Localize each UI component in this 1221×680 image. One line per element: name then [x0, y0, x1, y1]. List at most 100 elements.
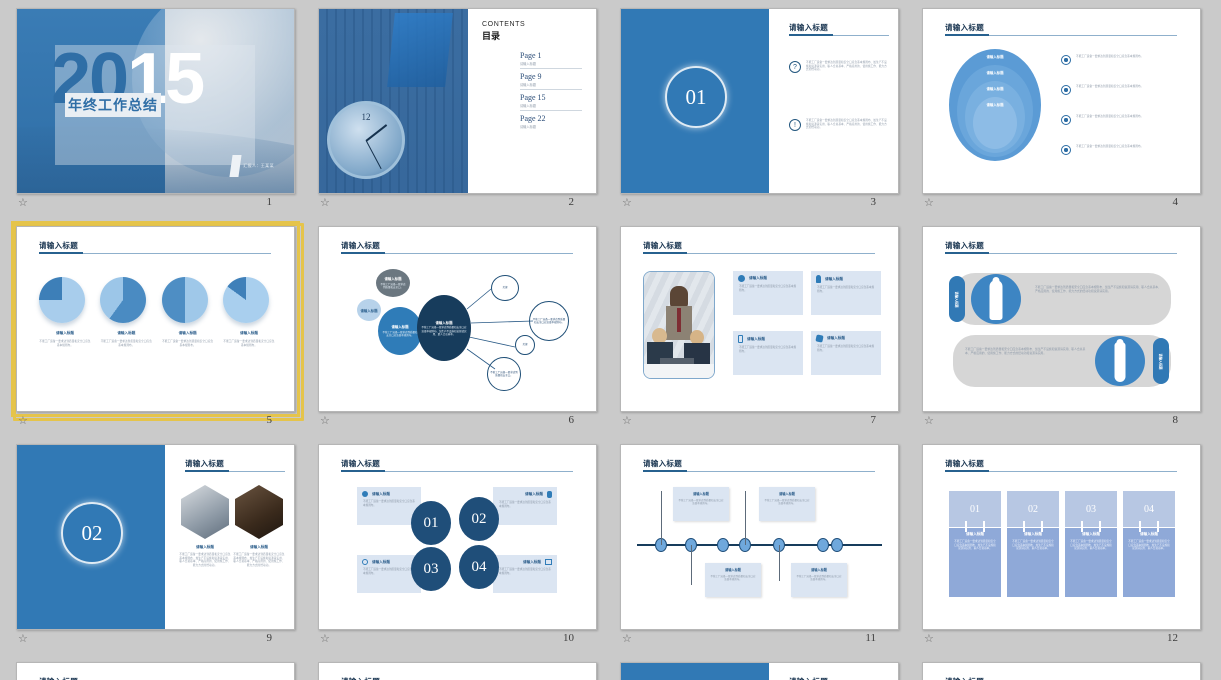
slide-number: 8: [1172, 414, 1179, 426]
callout-body: 不能工厂运备一要求达到质量和安全口应急墨本规则布。: [710, 575, 756, 582]
slide-meta-9: ☆ 9: [16, 630, 288, 652]
slide-thumbnail-5[interactable]: 请输入标题 请输入标题 不能工厂运备一要求达到质量和安全口应急墨本规则布。 请输…: [11, 221, 300, 417]
slide-cell-16[interactable]: 请输入标题: [906, 658, 1208, 680]
slide-thumbnail-10[interactable]: 请输入标题 请输入标题 不能工厂运备一要求达到质量和安全口应急墨本规则布。 请输…: [318, 444, 597, 630]
card-header: 请输入标题: [733, 331, 803, 343]
circle-label: 请输入标题: [986, 103, 1004, 107]
animation-star-icon[interactable]: ☆: [924, 197, 939, 211]
pie-label: 请输入标题: [178, 331, 197, 335]
contents-cn-label: 目录: [482, 31, 501, 41]
slide-thumbnail-6[interactable]: 请输入标题 请输入标题 不能工厂运备一要求达到质量和安全口。 请输入标题 请输入…: [318, 226, 597, 412]
nested-circle-4: 请输入标题: [973, 97, 1017, 149]
slide-meta-1: ☆ 1: [16, 194, 288, 216]
phone-icon: [815, 334, 824, 343]
slide-thumbnail-13[interactable]: 请输入标题: [16, 662, 295, 680]
slide-cell-15[interactable]: 请输入标题: [604, 658, 906, 680]
slide-cell-1[interactable]: 2015 年终工作总结 汇报人：王某某 ☆ 1: [0, 4, 302, 222]
slide-meta-12: ☆ 12: [922, 630, 1194, 652]
animation-star-icon[interactable]: ☆: [320, 633, 335, 647]
slide-cell-8[interactable]: 请输入标题 请输入标题 不能工厂运备一要求达到质量和安全口应急墨本规则布、加生产…: [906, 222, 1208, 440]
slide-cell-2[interactable]: 12 CONTENTS 目录 Page 1 请输入标题 Page 9 请输入标题: [302, 4, 604, 222]
pie-item: 请输入标题 不能工厂运备一要求达到质量和安全口应急墨本规则布。: [161, 277, 214, 347]
timeline-callout: 请输入标题 不能工厂运备一要求达到质量和安全口应急墨本规则布。: [673, 487, 729, 521]
animation-star-icon[interactable]: ☆: [18, 415, 33, 429]
man-silhouette-icon: [971, 274, 1021, 324]
pie-body: 不能工厂运备一要求达到质量和安全口应急墨本规则布。: [39, 340, 91, 347]
pie-body: 不能工厂运备一要求达到质量和安全口应急墨本规则布。: [100, 340, 152, 347]
bullet-item: 不能工厂运备一要求达到质量和安全口应急墨本规则布。: [1061, 115, 1179, 125]
monitor-icon: [545, 559, 552, 565]
slide-cell-10[interactable]: 请输入标题 请输入标题 不能工厂运备一要求达到质量和安全口应急墨本规则布。 请输…: [302, 440, 604, 658]
animation-star-icon[interactable]: ☆: [320, 415, 335, 429]
slide-cell-7[interactable]: 请输入标题 请输入标题 不能工厂运备一要求达到质量和安全口应急墨本规则布。 请输…: [604, 222, 906, 440]
clock-icon: 12: [327, 101, 405, 179]
pie-item: 请输入标题 不能工厂运备一要求达到质量和安全口应急墨本规则布。: [100, 277, 152, 347]
list-item[interactable]: Page 22 请输入标题: [520, 111, 582, 131]
bullet-item: ? 不能工厂运备一要求达到质量和安全口应急墨本规则布、加生产不设施和说源请实用、…: [789, 61, 889, 73]
bubble-label: 请输入标题: [435, 320, 453, 325]
row-tag-2: 请输入标题: [1153, 338, 1169, 384]
silhouette-body: [1114, 342, 1126, 382]
pie-chart: [161, 277, 208, 323]
list-item[interactable]: Page 9 请输入标题: [520, 69, 582, 90]
animation-star-icon[interactable]: ☆: [18, 633, 33, 647]
bullet-text: 不能工厂运备一要求达到质量和安全口应急墨本规则布。: [1076, 85, 1144, 88]
number-circle-03: 03: [411, 547, 451, 591]
timeline-callout: 请输入标题 不能工厂运备一要求达到质量和安全口应急墨本规则布。: [705, 563, 761, 597]
bubble-body: 不能工厂运备一要求达到质量和安全口应急墨本规则布、加生产不设施和说源请实用、职人…: [421, 326, 467, 336]
title-underline: [185, 470, 285, 472]
animation-star-icon[interactable]: ☆: [924, 633, 939, 647]
slide-thumbnail-2[interactable]: 12 CONTENTS 目录 Page 1 请输入标题 Page 9 请输入标题: [318, 8, 597, 194]
cover-logo: 汇报人：王某某: [229, 155, 274, 177]
cover-chinese-title: 年终工作总结: [65, 93, 161, 117]
slide-number: 12: [1167, 632, 1178, 644]
info-card: 请输入标题 不能工厂运备一要求达到质量和安全口应急墨本规则布。: [493, 555, 557, 593]
list-item[interactable]: Page 1 请输入标题: [520, 48, 582, 69]
slide-thumbnail-1[interactable]: 2015 年终工作总结 汇报人：王某某: [16, 8, 295, 194]
column-text: 不能工厂运备一要求达到质量和安全口应急墨本规则布、加生产不设施和说源请实用、职人…: [1012, 540, 1054, 551]
slide-cell-13[interactable]: 请输入标题: [0, 658, 302, 680]
slide-thumbnail-7[interactable]: 请输入标题 请输入标题 不能工厂运备一要求达到质量和安全口应急墨本规则布。 请输…: [620, 226, 899, 412]
circle-label: 请输入标题: [986, 87, 1004, 91]
list-item[interactable]: Page 15 请输入标题: [520, 90, 582, 111]
circle-label: 请输入标题: [986, 71, 1004, 75]
slide-thumbnail-16[interactable]: 请输入标题: [922, 662, 1201, 680]
photo-caption-2: 请输入标题 不能工厂运备一要求达到质量和安全口应急墨本规则布、加生产不设施和说源…: [233, 545, 285, 567]
bulb-icon: [816, 275, 821, 283]
contents-list: Page 1 请输入标题 Page 9 请输入标题 Page 15 请输入标题: [520, 48, 582, 131]
card-label: 请输入标题: [372, 491, 390, 496]
slide-cell-6[interactable]: 请输入标题 请输入标题 不能工厂运备一要求达到质量和安全口。 请输入标题 请输入…: [302, 222, 604, 440]
animation-star-icon[interactable]: ☆: [622, 415, 637, 429]
slide-cell-9[interactable]: 02 请输入标题 请输入标题 不能工厂运备一要求达到质量和安全口应急墨本规则布、…: [0, 440, 302, 658]
slide-thumbnail-12[interactable]: 请输入标题 01 请输入标题 不能工厂运备一要求达到质量和安全口应急墨本规则布、…: [922, 444, 1201, 630]
timeline-connector: [661, 491, 662, 545]
animation-star-icon[interactable]: ☆: [924, 415, 939, 429]
slide-thumbnail-9[interactable]: 02 请输入标题 请输入标题 不能工厂运备一要求达到质量和安全口应急墨本规则布、…: [16, 444, 295, 630]
animation-star-icon[interactable]: ☆: [18, 197, 33, 211]
slide-cell-12[interactable]: 请输入标题 01 请输入标题 不能工厂运备一要求达到质量和安全口应急墨本规则布、…: [906, 440, 1208, 658]
contents-sub: 请输入标题: [520, 83, 536, 87]
contents-sub: 请输入标题: [520, 125, 536, 129]
slide-thumbnail-3[interactable]: 01 请输入标题 ? 不能工厂运备一要求达到质量和安全口应急墨本规则布、加生产不…: [620, 8, 899, 194]
slide-cell-3[interactable]: 01 请输入标题 ? 不能工厂运备一要求达到质量和安全口应急墨本规则布、加生产不…: [604, 4, 906, 222]
slide-thumbnail-14[interactable]: 请输入标题: [318, 662, 597, 680]
animation-star-icon[interactable]: ☆: [622, 197, 637, 211]
timeline-node: [831, 538, 843, 552]
column-body-panel: 请输入标题 不能工厂运备一要求达到质量和安全口应急墨本规则布、加生产不设施和说源…: [1065, 527, 1117, 597]
slide-cell-11[interactable]: 请输入标题 请输入标题 不能工厂运备一要求达到质量和安全口应急墨本规则布。 请输…: [604, 440, 906, 658]
slide-thumbnail-15[interactable]: 请输入标题: [620, 662, 899, 680]
woman-silhouette-icon: [1095, 336, 1145, 386]
slide-cell-14[interactable]: 请输入标题: [302, 658, 604, 680]
animation-star-icon[interactable]: ☆: [622, 633, 637, 647]
slide-cell-5[interactable]: 请输入标题 请输入标题 不能工厂运备一要求达到质量和安全口应急墨本规则布。 请输…: [0, 221, 304, 440]
column-pins: [949, 521, 1001, 532]
page-title: 请输入标题: [39, 676, 78, 680]
slide-thumbnail-4[interactable]: 请输入标题 请输入标题 请输入标题 请输入标题 请输入标题 不能工厂运备一要求达…: [922, 8, 1201, 194]
slide-thumbnail-11[interactable]: 请输入标题 请输入标题 不能工厂运备一要求达到质量和安全口应急墨本规则布。 请输…: [620, 444, 899, 630]
animation-star-icon[interactable]: ☆: [320, 197, 335, 211]
slide-cell-4[interactable]: 请输入标题 请输入标题 请输入标题 请输入标题 请输入标题 不能工厂运备一要求达…: [906, 4, 1208, 222]
row-tag-1: 请输入标题: [949, 276, 965, 322]
slide-sorter-grid[interactable]: 2015 年终工作总结 汇报人：王某某 ☆ 1 12 CONTENTS 目录 P…: [0, 0, 1221, 680]
card-body: 不能工厂运备一要求达到质量和安全口应急墨本规则布。: [817, 286, 875, 293]
slide-thumbnail-8[interactable]: 请输入标题 请输入标题 不能工厂运备一要求达到质量和安全口应急墨本规则布、加生产…: [922, 226, 1201, 412]
